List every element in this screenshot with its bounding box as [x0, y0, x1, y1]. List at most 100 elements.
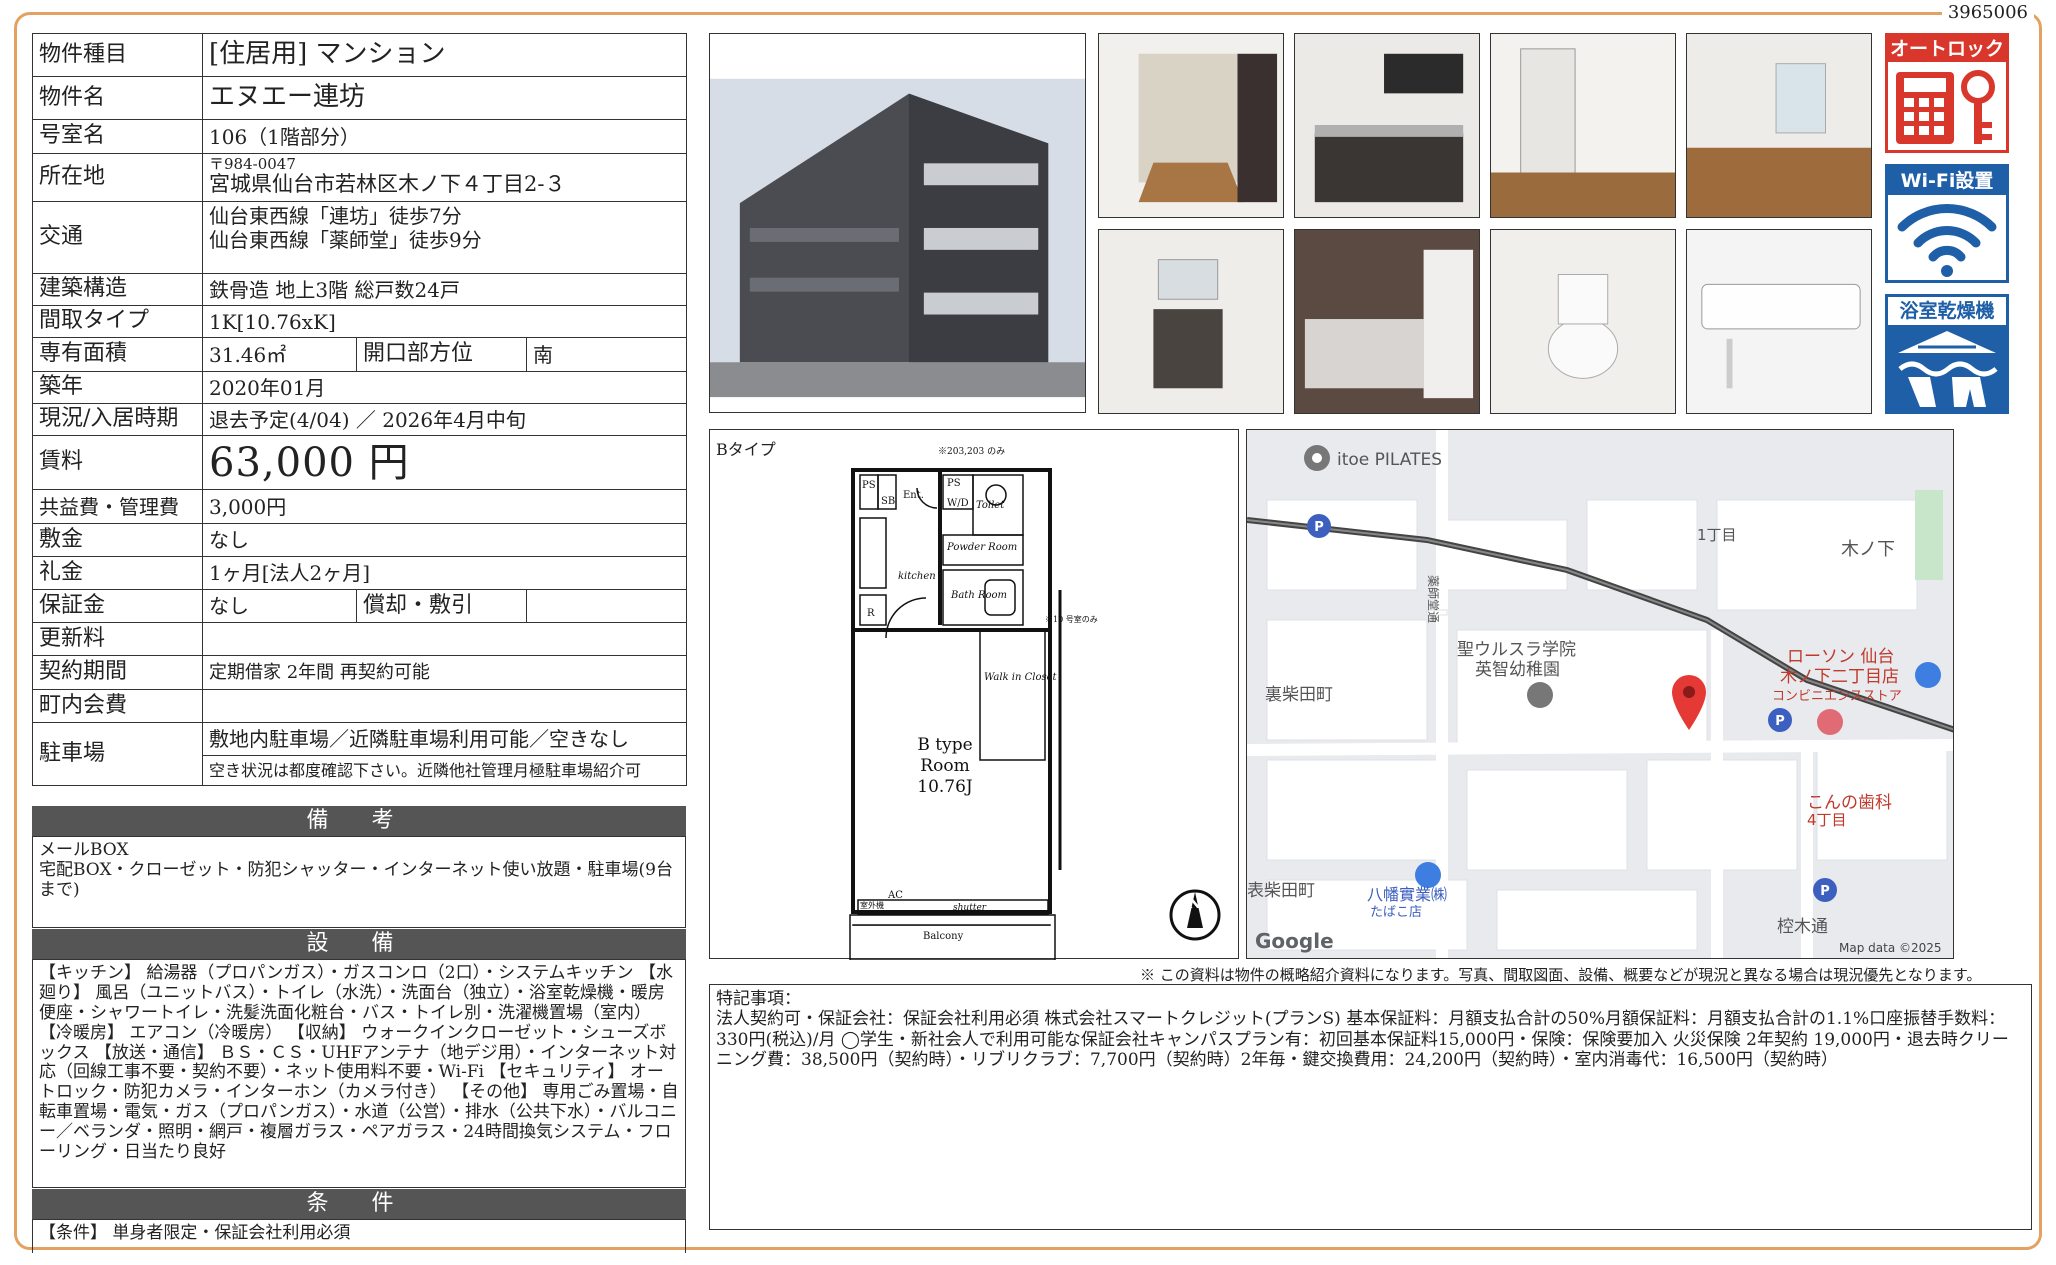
- community-value: [202, 689, 687, 723]
- map-label-4chome: 4丁目: [1807, 811, 1847, 829]
- row-address: 所在地 〒984-0047 宮城県仙台市若林区木ノ下４丁目2-３: [32, 153, 687, 202]
- fee-label: 共益費・管理費: [32, 489, 203, 524]
- fee-value: 3,000円: [202, 489, 687, 524]
- autolock-label: オートロック: [1888, 36, 2006, 62]
- fp-note-side: ※10 号室のみ: [1045, 614, 1098, 624]
- north-arrow-icon: N: [1169, 889, 1221, 941]
- structure-value: 鉄骨造 地上3階 総戸数24戸: [202, 273, 687, 306]
- svg-text:P: P: [1314, 520, 1324, 535]
- traffic-line-1: 仙台東西線「連坊」徒歩7分: [209, 204, 462, 228]
- autolock-badge: オートロック: [1885, 33, 2009, 153]
- fp-ps2: PS: [947, 478, 961, 489]
- row-community: 町内会費: [32, 689, 687, 723]
- built-label: 築年: [32, 371, 203, 404]
- built-value: 2020年01月: [202, 371, 687, 404]
- special-notes: 特記事項： 法人契約可・保証会社：保証会社利用必須 株式会社スマートクレジット(…: [709, 984, 2032, 1230]
- document-id: 3965006: [1941, 2, 2034, 23]
- map-label-kurunoki: 椌木通: [1777, 917, 1828, 937]
- parking-label: 駐車場: [32, 722, 203, 786]
- row-name: 物件名 エヌエー連坊: [32, 76, 687, 120]
- fp-outdoor: 室外機: [860, 900, 884, 910]
- svg-text:P: P: [1820, 884, 1830, 899]
- traffic-label: 交通: [32, 201, 203, 274]
- guarantee-value: なし: [202, 589, 357, 623]
- svg-text:P: P: [1775, 714, 1785, 729]
- contract-label: 契約期間: [32, 655, 203, 690]
- key-money-label: 礼金: [32, 556, 203, 590]
- remarks-text: メールBOX 宅配BOX・クローゼット・防犯シャッター・インターネット使い放題・…: [32, 836, 686, 928]
- map-label-school-2: 英智幼稚園: [1475, 660, 1560, 680]
- deposit-value: なし: [202, 523, 687, 557]
- row-type: 物件種目 [住居用] マンション: [32, 33, 687, 77]
- parking-value: 敷地内駐車場／近隣駐車場利用可能／空きなし: [202, 722, 687, 756]
- row-traffic: 交通 仙台東西線「連坊」徒歩7分 仙台東西線「薬師堂」徒歩9分: [32, 201, 687, 274]
- address-value: 宮城県仙台市若林区木ノ下４丁目2-３: [209, 172, 566, 197]
- row-structure: 建築構造 鉄骨造 地上3階 総戸数24戸: [32, 273, 687, 306]
- map-label-school-1: 聖ウルスラ学院: [1457, 640, 1576, 660]
- parking-note: 空き状況は都度確認下さい。近隣他社管理月極駐車場紹介可: [202, 755, 687, 786]
- svg-text:N: N: [1188, 896, 1201, 912]
- fp-kitchen: kitchen: [898, 571, 936, 582]
- floorplan-drawing: PS SB Ent. PS W/D Toilet Powder Room kit…: [849, 446, 1221, 960]
- location-map[interactable]: P P P itoe PILATES 1丁目 木ノ下 聖ウルスラ学院 英智幼稚園 裏…: [1246, 429, 1954, 959]
- map-label-dental: こんの歯科: [1807, 793, 1892, 813]
- toilet-photo: [1490, 229, 1676, 414]
- area-value: 31.46㎡: [202, 337, 357, 372]
- map-label-1chome: 1丁目: [1697, 526, 1737, 544]
- layout-label: 間取タイプ: [32, 305, 203, 338]
- room-label: 号室名: [32, 119, 203, 154]
- fp-balcony: Balcony: [923, 931, 964, 942]
- property-info-table: 物件種目 [住居用] マンション 物件名 エヌエー連坊 号室名 106（1階部分…: [32, 33, 687, 786]
- fp-ac: AC: [887, 890, 903, 901]
- guarantee-label: 保証金: [32, 589, 203, 623]
- address-zip: 〒984-0047: [209, 155, 296, 174]
- structure-label: 建築構造: [32, 273, 203, 306]
- renewal-value: [202, 622, 687, 656]
- type-value: [住居用] マンション: [202, 33, 687, 77]
- map-data-attribution: Map data ©2025: [1839, 941, 1942, 955]
- fp-room-2: Room: [920, 756, 969, 776]
- row-rent: 賃料 63,000 円: [32, 435, 687, 490]
- room-door-photo: [1490, 33, 1676, 218]
- row-contract: 契約期間 定期借家 2年間 再契約可能: [32, 655, 687, 690]
- map-label-yakushido: 薬師堂通: [1426, 575, 1440, 623]
- row-key-money: 礼金 1ヶ月[法人2ヶ月]: [32, 556, 687, 590]
- conditions-text: 【条件】 単身者限定・保証会社利用必須: [32, 1219, 686, 1253]
- autolock-icon: [1896, 70, 1995, 144]
- traffic-line-2: 仙台東西線「薬師堂」徒歩9分: [209, 228, 482, 252]
- wifi-label: Wi-Fi設置: [1888, 167, 2006, 195]
- name-value: エヌエー連坊: [202, 76, 687, 120]
- fp-sb: SB: [881, 496, 895, 507]
- fp-ps1: PS: [862, 480, 876, 491]
- row-area: 専有面積 31.46㎡ 開口部方位 南: [32, 337, 687, 372]
- fp-walkin: Walk in Closet: [984, 672, 1058, 683]
- floor-plan: Bタイプ PS SB Ent. PS W/D Toilet Powder Roo…: [709, 429, 1239, 960]
- row-fee: 共益費・管理費 3,000円: [32, 489, 687, 524]
- status-label: 現況/入居時期: [32, 403, 203, 436]
- map-label-urashibata: 裏柴田町: [1265, 684, 1333, 705]
- fp-powder: Powder Room: [946, 542, 1017, 553]
- row-layout: 間取タイプ 1K[10.76xK]: [32, 305, 687, 338]
- contract-value: 定期借家 2年間 再契約可能: [202, 655, 687, 690]
- equipment-heading: 設 備: [32, 929, 686, 959]
- wifi-badge: Wi-Fi設置: [1885, 164, 2009, 283]
- direction-label: 開口部方位: [356, 337, 527, 372]
- fp-toilet: Toilet: [976, 500, 1005, 511]
- row-parking-1: 駐車場 敷地内駐車場／近隣駐車場利用可能／空きなし: [32, 722, 687, 786]
- address-label: 所在地: [32, 153, 203, 202]
- row-room: 号室名 106（1階部分）: [32, 119, 687, 154]
- amortization-value: [526, 589, 687, 623]
- equipment-text: 【キッチン】 給湯器（プロパンガス）・ガスコンロ（2口）・システムキッチン 【水…: [32, 959, 686, 1188]
- rent-value: 63,000 円: [202, 435, 687, 490]
- type-label: 物件種目: [32, 33, 203, 77]
- map-label-lawson-3: コンビニエンスストア: [1772, 689, 1902, 704]
- bath-dryer-icon: [1898, 331, 1998, 407]
- layout-value: 1K[10.76xK]: [202, 305, 687, 338]
- rent-label: 賃料: [32, 435, 203, 490]
- area-label: 専有面積: [32, 337, 203, 372]
- fp-bath: Bath Room: [950, 590, 1007, 601]
- direction-value: 南: [526, 337, 687, 372]
- room-value: 106（1階部分）: [202, 119, 687, 154]
- row-status: 現況/入居時期 退去予定(4/04) ／ 2026年4月中旬: [32, 403, 687, 436]
- kitchen-photo: [1294, 33, 1480, 218]
